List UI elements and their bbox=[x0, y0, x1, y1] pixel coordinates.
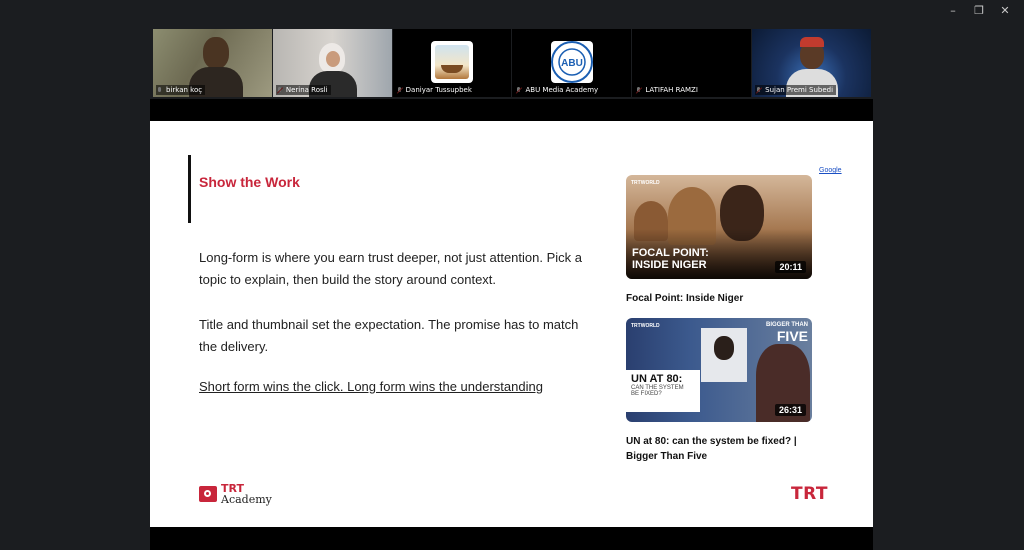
svg-text:ABU: ABU bbox=[561, 58, 583, 69]
trt-academy-logo: TRT Academy bbox=[199, 483, 272, 505]
video-title[interactable]: UN at 80: can the system be fixed? | Big… bbox=[626, 434, 826, 464]
participant-name: Daniyar Tussupbek bbox=[395, 85, 475, 95]
window-controls: – ❐ ✕ bbox=[940, 4, 1018, 18]
video-duration: 20:11 bbox=[775, 261, 806, 273]
slide-link[interactable]: Short form wins the click. Long form win… bbox=[199, 379, 543, 394]
participant-avatar: ABU bbox=[550, 41, 593, 83]
trtworld-logo: TRTWORLD bbox=[631, 180, 660, 186]
abu-logo-icon: ABU bbox=[550, 41, 593, 83]
thumbnail-headline: FOCAL POINT: INSIDE NIGER bbox=[632, 247, 709, 271]
share-letterbox-top bbox=[150, 99, 873, 121]
participant-strip: birkan koç Nerina Rosli Daniyar Tussupbe… bbox=[153, 29, 871, 97]
video-duration: 26:31 bbox=[774, 404, 806, 416]
participant-tile[interactable]: Sujan Premi Subedi bbox=[752, 29, 871, 97]
video-title[interactable]: Focal Point: Inside Niger bbox=[626, 291, 826, 306]
participant-tile[interactable]: Daniyar Tussupbek bbox=[392, 29, 512, 97]
slide-paragraph: Long-form is where you earn trust deeper… bbox=[199, 250, 582, 287]
google-link[interactable]: Google bbox=[819, 167, 842, 174]
video-thumbnail[interactable]: TRTWORLD BIGGER THAN FIVE UN AT 80: CAN … bbox=[626, 318, 812, 422]
title-accent-bar bbox=[188, 155, 191, 223]
share-letterbox-bottom bbox=[150, 527, 873, 550]
close-icon[interactable]: ✕ bbox=[992, 4, 1018, 18]
participant-tile[interactable]: Nerina Rosli bbox=[272, 29, 392, 97]
minimize-icon[interactable]: – bbox=[940, 4, 966, 18]
ship-icon bbox=[435, 45, 470, 79]
participant-name: Sujan Premi Subedi bbox=[755, 85, 837, 95]
shared-slide: Show the Work Long-form is where you ear… bbox=[150, 121, 873, 527]
participant-tile[interactable]: ABU ABU Media Academy bbox=[512, 29, 632, 97]
participant-name: Nerina Rosli bbox=[275, 85, 331, 95]
participant-name: birkan koç bbox=[156, 85, 206, 95]
restore-icon[interactable]: ❐ bbox=[966, 4, 992, 18]
trt-academy-mark-icon bbox=[199, 486, 217, 502]
participant-name: LATIFAH RAMZI bbox=[635, 85, 701, 95]
thumbnail-banner: BIGGER THAN FIVE bbox=[766, 322, 808, 344]
slide-paragraph: Title and thumbnail set the expectation.… bbox=[199, 317, 579, 354]
thumbnail-headline: UN AT 80: CAN THE SYSTEM BE FIXED? bbox=[626, 370, 700, 412]
trt-logo: TRT bbox=[791, 484, 829, 504]
trtworld-logo: TRTWORLD bbox=[631, 323, 660, 329]
slide-title: Show the Work bbox=[199, 174, 300, 190]
participant-tile[interactable]: birkan koç bbox=[153, 29, 272, 97]
participant-avatar bbox=[431, 41, 474, 83]
participant-name: ABU Media Academy bbox=[515, 85, 602, 95]
participant-tile[interactable]: LATIFAH RAMZI bbox=[632, 29, 752, 97]
video-thumbnail[interactable]: TRTWORLD FOCAL POINT: INSIDE NIGER 20:11 bbox=[626, 175, 812, 279]
